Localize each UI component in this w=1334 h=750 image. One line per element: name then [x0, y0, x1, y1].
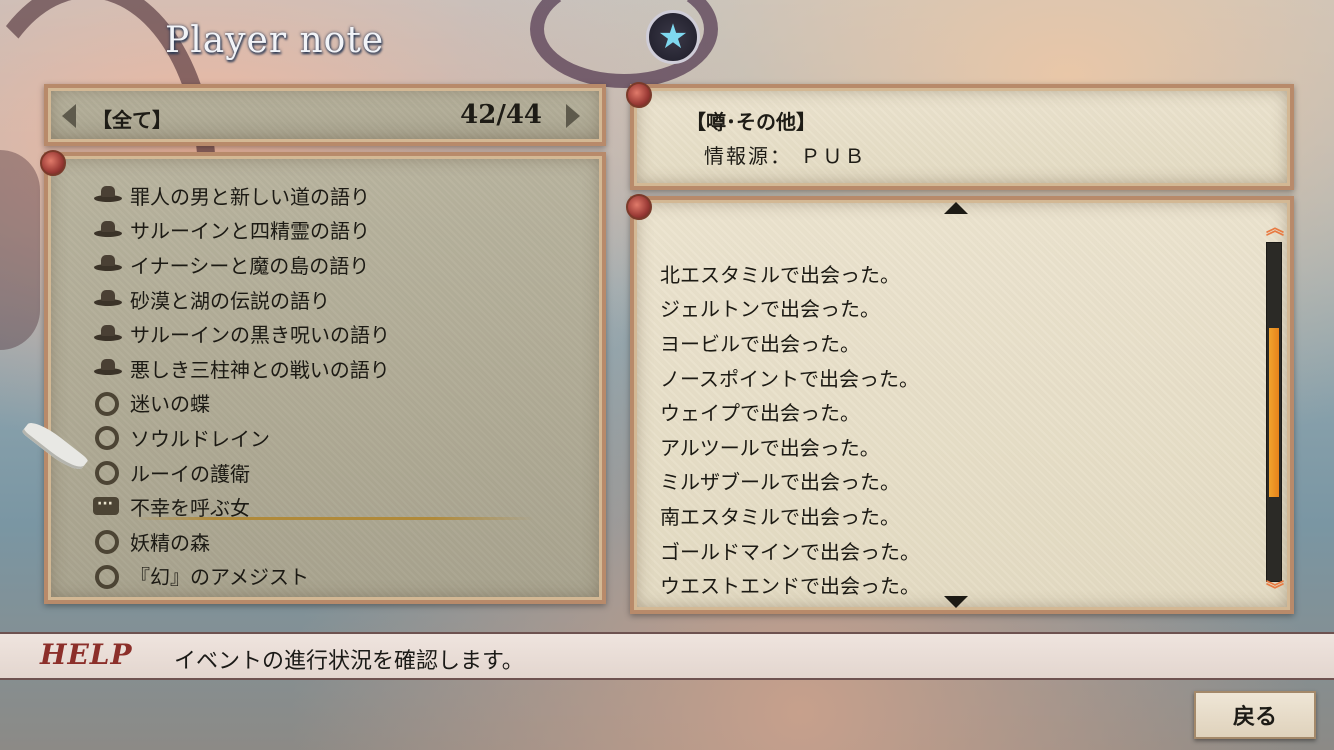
- list-item-label: 迷いの蝶: [130, 392, 210, 417]
- list-item-label: イナーシーと魔の島の語り: [130, 253, 370, 278]
- ring-icon: [92, 391, 122, 416]
- arrow-right-icon[interactable]: [566, 104, 580, 128]
- category-selector: 【全て】 42/44: [44, 84, 606, 146]
- detail-line: ウエストエンドで出会った。: [660, 574, 920, 599]
- scrollbar[interactable]: [1266, 242, 1282, 582]
- list-item-label: ソウルドレイン: [130, 426, 270, 451]
- list-item-label: 『幻』のアメジスト: [130, 565, 309, 590]
- list-item-label: 罪人の男と新しい道の語り: [130, 184, 370, 209]
- list-item-label: ルーイの護衛: [130, 461, 250, 486]
- decorative-swirl: [0, 150, 40, 350]
- list-item[interactable]: 悪しき三柱神との戦いの語り: [92, 351, 390, 386]
- rose-ornament-icon: [626, 82, 652, 108]
- screen-title: Player note: [165, 20, 385, 61]
- hat-icon: [92, 287, 122, 311]
- list-item-label: 悪しき三柱神との戦いの語り: [130, 357, 390, 382]
- list-item[interactable]: 迷いの蝶: [92, 386, 390, 421]
- speech-bubble-icon: [92, 495, 122, 519]
- list-item-label: 砂漠と湖の伝説の語り: [130, 288, 330, 313]
- list-item[interactable]: サルーインと四精霊の語り: [92, 213, 390, 248]
- info-source: 情報源： ＰＵＢ: [704, 144, 867, 168]
- list-item-label: サルーインと四精霊の語り: [130, 219, 370, 244]
- list-item[interactable]: サルーインの黒き呪いの語り: [92, 316, 390, 351]
- detail-line: ゴールドマインで出会った。: [660, 539, 920, 564]
- note-list: 罪人の男と新しい道の語り サルーインと四精霊の語り イナーシーと魔の島の語り 砂漠と湖…: [92, 178, 390, 593]
- chevron-down-icon[interactable]: ︾: [1266, 582, 1284, 600]
- ring-icon: [92, 564, 122, 589]
- detail-line: ヨービルで出会った。: [660, 331, 860, 356]
- list-item[interactable]: 『幻』のアメジスト: [92, 559, 390, 594]
- help-text: イベントの進行状況を確認します。: [174, 649, 524, 674]
- note-list-panel: 罪人の男と新しい道の語り サルーインと四精霊の語り イナーシーと魔の島の語り 砂漠と湖…: [40, 150, 606, 604]
- chevron-up-icon[interactable]: ︽: [1266, 220, 1284, 238]
- ring-icon: [92, 425, 122, 451]
- detail-line: ジェルトンで出会った。: [660, 297, 880, 322]
- list-item[interactable]: ソウルドレイン: [92, 420, 390, 455]
- rose-ornament-icon: [40, 150, 66, 176]
- list-item[interactable]: 妖精の森: [92, 524, 390, 559]
- list-item-label: サルーインの黒き呪いの語り: [130, 323, 390, 348]
- hat-icon: [92, 252, 122, 276]
- hat-icon: [92, 183, 122, 207]
- hat-icon: [92, 218, 122, 242]
- info-category: 【噂･その他】: [686, 110, 816, 134]
- list-item[interactable]: イナーシーと魔の島の語り: [92, 247, 390, 282]
- arrow-left-icon[interactable]: [62, 104, 76, 128]
- back-button[interactable]: 戻る: [1194, 691, 1316, 739]
- detail-line: アルツールで出会った。: [660, 435, 880, 460]
- detail-line: ミルザブールで出会った。: [660, 470, 900, 495]
- info-panel: 【噂･その他】 情報源： ＰＵＢ: [626, 82, 1294, 190]
- detail-line: ノースポイントで出会った。: [660, 366, 919, 391]
- star-icon: ★: [646, 10, 700, 64]
- scrollbar-thumb[interactable]: [1269, 327, 1279, 497]
- selection-underline: [134, 517, 534, 520]
- entry-count: 42/44: [460, 100, 542, 130]
- ring-icon: [92, 529, 122, 555]
- hat-icon: [92, 322, 122, 346]
- help-bar: HELP イベントの進行状況を確認します。: [0, 632, 1334, 680]
- detail-line: 北エスタミルで出会った。: [660, 262, 900, 287]
- list-item-label: 妖精の森: [130, 530, 210, 555]
- list-item[interactable]: ルーイの護衛: [92, 455, 390, 490]
- list-item[interactable]: 砂漠と湖の伝説の語り: [92, 282, 390, 317]
- detail-line: ウェイプで出会った。: [660, 401, 860, 426]
- help-tag: HELP: [40, 638, 133, 671]
- list-item[interactable]: 罪人の男と新しい道の語り: [92, 178, 390, 213]
- rose-ornament-icon: [626, 194, 652, 220]
- hat-icon: [92, 356, 122, 380]
- scroll-down-indicator-icon[interactable]: [944, 596, 968, 608]
- detail-lines: 北エスタミルで出会った。 ジェルトンで出会った。 ヨービルで出会った。ノースポイント…: [660, 256, 920, 602]
- ring-icon: [92, 460, 122, 486]
- scroll-up-indicator-icon[interactable]: [944, 202, 968, 214]
- detail-line: 南エスタミルで出会った。: [660, 504, 900, 529]
- detail-panel: 北エスタミルで出会った。 ジェルトンで出会った。 ヨービルで出会った。ノースポイント…: [626, 194, 1294, 614]
- category-label: 【全て】: [92, 108, 172, 132]
